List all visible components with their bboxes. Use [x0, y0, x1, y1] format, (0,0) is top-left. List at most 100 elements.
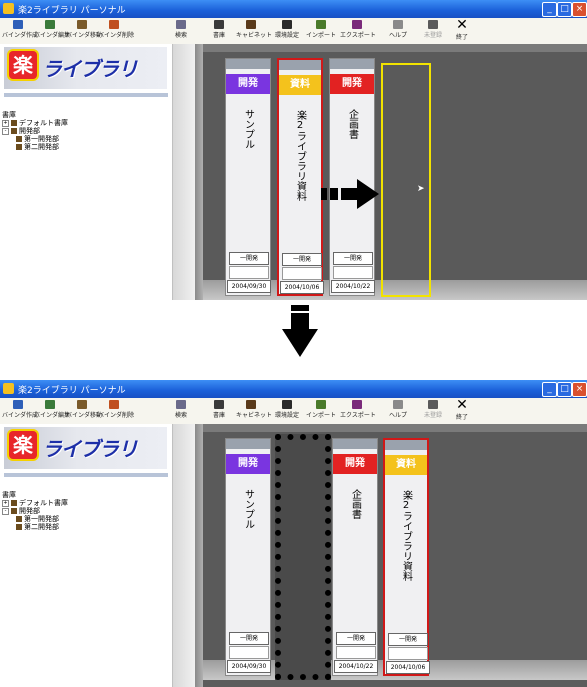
binder-date: 2004/10/22	[334, 660, 378, 673]
minimize-button[interactable]: _	[542, 2, 557, 17]
minimize-button[interactable]: _	[542, 382, 557, 397]
tree-item[interactable]: - 開発部	[2, 507, 68, 515]
export-button[interactable]: エクスポート	[340, 19, 376, 43]
library-tree: 書庫 + デフォルト書庫 - 開発部 第一開発部 第二開発部	[2, 491, 68, 531]
binder-cap	[333, 439, 377, 449]
shelf-post	[195, 44, 203, 300]
close-button[interactable]: ×	[572, 382, 587, 397]
down-arrow-icon	[282, 305, 318, 357]
binder-move-icon	[77, 400, 87, 409]
binder-dept: 一開発	[229, 632, 269, 645]
binder-book[interactable]: 開発 サンプル 一開発 2004/09/30	[225, 58, 271, 296]
logo-text: ライブラリ	[42, 57, 138, 81]
cabinet-button[interactable]: キャビネット	[236, 399, 272, 423]
help-button[interactable]: ヘルプ	[386, 399, 410, 423]
binder-book-selected[interactable]: 資料 楽2ライブラリ資料 一開発 2004/10/06	[277, 58, 324, 296]
binder-category: 資料	[279, 75, 321, 95]
binder-title: 楽2ライブラリ資料	[294, 110, 306, 201]
bookshelf: 開発 サンプル 一開発 2004/09/30 開発 企画書 一開発 2004/1…	[195, 424, 587, 687]
binder-blank-label	[229, 646, 269, 659]
screenshot-before: 楽2ライブラリ パーソナル _ □ × バインダ作成 バインダ編集 バインダ移動…	[0, 0, 587, 300]
splitter[interactable]	[173, 424, 195, 687]
tree-item[interactable]: 第二開発部	[2, 523, 68, 531]
import-icon	[316, 400, 326, 409]
binder-date: 2004/09/30	[227, 660, 271, 673]
binder-dept: 一開発	[333, 252, 373, 265]
binder-dept: 一開発	[282, 253, 322, 266]
cabinet-icon	[246, 20, 256, 29]
vacated-slot	[275, 434, 331, 680]
binder-blank-label	[229, 266, 269, 279]
search-icon	[176, 400, 186, 409]
sidebar-divider	[4, 473, 168, 477]
binder-edit-icon	[45, 20, 55, 29]
unregistered-button[interactable]: 未登録	[420, 399, 446, 423]
create-binder-button[interactable]: バインダ作成	[2, 19, 38, 43]
screenshot-after: 楽2ライブラリ パーソナル _ □ × バインダ作成 バインダ編集 バインダ移動…	[0, 380, 587, 687]
collapse-icon[interactable]: -	[2, 507, 9, 515]
import-button[interactable]: インポート	[306, 399, 336, 423]
tree-item[interactable]: 第二開発部	[2, 143, 68, 151]
help-icon	[393, 20, 403, 29]
binder-book[interactable]: 開発 企画書 一開発 2004/10/22	[332, 438, 378, 676]
binder-blank-label	[336, 646, 376, 659]
logo-text: ライブラリ	[42, 437, 138, 461]
sidebar: 楽 ライブラリ 書庫 + デフォルト書庫 - 開発部 第一開発部 第二開発部	[0, 44, 173, 300]
delete-binder-button[interactable]: バインダ削除	[98, 399, 134, 423]
exit-button[interactable]: ✕ 終了	[452, 397, 472, 423]
binder-book-moved[interactable]: 資料 楽2ライブラリ資料 一開発 2004/10/06	[383, 438, 430, 676]
archive-button[interactable]: 書庫	[206, 399, 232, 423]
settings-button[interactable]: 環境設定	[272, 399, 302, 423]
cabinet-button[interactable]: キャビネット	[236, 19, 272, 43]
move-binder-button[interactable]: バインダ移動	[66, 19, 102, 43]
tree-item[interactable]: + デフォルト書庫	[2, 119, 68, 127]
edit-binder-button[interactable]: バインダ編集	[34, 19, 70, 43]
search-button[interactable]: 検索	[168, 399, 194, 423]
logo-mark: 楽	[9, 51, 37, 79]
binder-icon	[13, 400, 23, 409]
expand-icon[interactable]: +	[2, 499, 9, 507]
splitter[interactable]	[173, 44, 195, 300]
export-button[interactable]: エクスポート	[340, 399, 376, 423]
move-binder-button[interactable]: バインダ移動	[66, 399, 102, 423]
binder-delete-icon	[109, 20, 119, 29]
archive-button[interactable]: 書庫	[206, 19, 232, 43]
binder-icon	[13, 20, 23, 29]
binder-blank-label	[333, 266, 373, 279]
binder-category: 開発	[333, 454, 377, 474]
search-button[interactable]: 検索	[168, 19, 194, 43]
tree-root[interactable]: 書庫	[2, 111, 68, 119]
close-button[interactable]: ×	[572, 2, 587, 17]
delete-binder-button[interactable]: バインダ削除	[98, 19, 134, 43]
app-logo: 楽 ライブラリ	[4, 47, 167, 89]
help-button[interactable]: ヘルプ	[386, 19, 410, 43]
tree-item[interactable]: 第一開発部	[2, 515, 68, 523]
tree-item[interactable]: - 開発部	[2, 127, 68, 135]
edit-binder-button[interactable]: バインダ編集	[34, 399, 70, 423]
collapse-icon[interactable]: -	[2, 127, 9, 135]
settings-icon	[282, 20, 292, 29]
exit-icon: ✕	[456, 397, 468, 413]
tree-item[interactable]: 第一開発部	[2, 135, 68, 143]
unregistered-button[interactable]: 未登録	[420, 19, 446, 43]
expand-icon[interactable]: +	[2, 119, 9, 127]
book-icon	[16, 524, 22, 530]
export-icon	[352, 20, 362, 29]
create-binder-button[interactable]: バインダ作成	[2, 399, 38, 423]
tree-root[interactable]: 書庫	[2, 491, 68, 499]
settings-button[interactable]: 環境設定	[272, 19, 302, 43]
app-icon	[3, 383, 14, 394]
tree-item[interactable]: + デフォルト書庫	[2, 499, 68, 507]
import-button[interactable]: インポート	[306, 19, 336, 43]
book-icon	[16, 516, 22, 522]
binder-cap	[226, 439, 270, 449]
maximize-button[interactable]: □	[557, 382, 572, 397]
title-bar: 楽2ライブラリ パーソナル _ □ ×	[0, 380, 587, 398]
binder-book[interactable]: 開発 サンプル 一開発 2004/09/30	[225, 438, 271, 676]
binder-move-icon	[77, 20, 87, 29]
maximize-button[interactable]: □	[557, 2, 572, 17]
exit-button[interactable]: ✕ 終了	[452, 18, 472, 43]
settings-icon	[282, 400, 292, 409]
shelf-post	[195, 424, 203, 687]
drop-target-slot[interactable]	[381, 63, 431, 297]
